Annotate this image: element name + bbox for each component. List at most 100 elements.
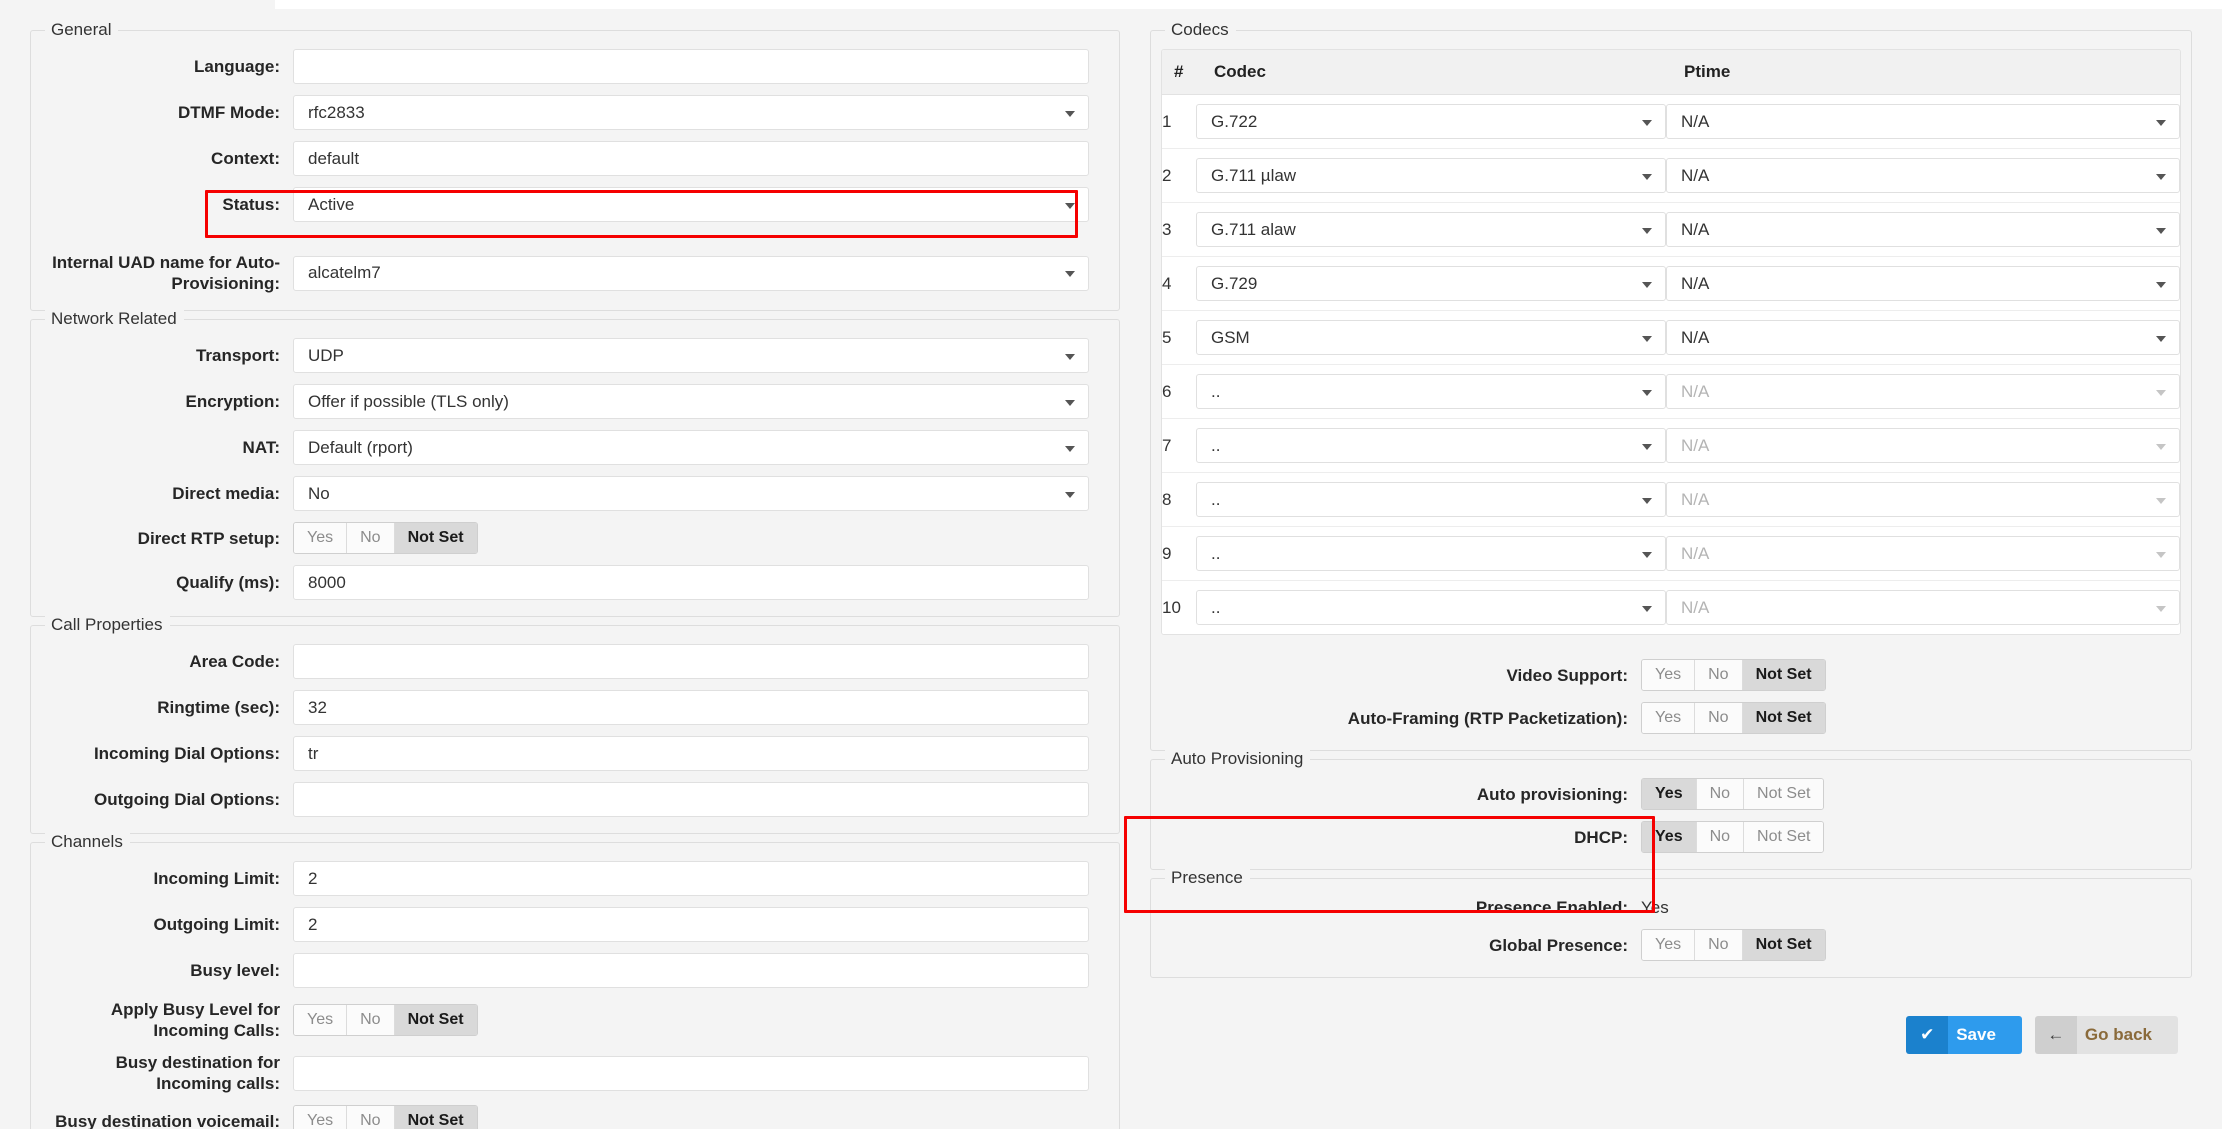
auto-provisioning-not-set[interactable]: Not Set bbox=[1744, 779, 1824, 809]
auto-framing-toggle[interactable]: Yes No Not Set bbox=[1641, 702, 1826, 734]
panel-codecs-legend: Codecs bbox=[1165, 19, 1236, 41]
ringtime-input[interactable]: 32 bbox=[293, 690, 1089, 725]
codec-select[interactable]: G.729 bbox=[1196, 266, 1666, 301]
codec-row: 3 G.711 alaw N/A bbox=[1162, 202, 2180, 257]
ptime-select[interactable]: N/A bbox=[1666, 482, 2180, 517]
codec-value: G.711 µlaw bbox=[1211, 165, 1297, 185]
dhcp-yes[interactable]: Yes bbox=[1642, 822, 1697, 852]
apply-busy-level-yes[interactable]: Yes bbox=[294, 1005, 348, 1035]
status-select[interactable]: Active bbox=[293, 187, 1089, 222]
chevron-down-icon bbox=[2156, 443, 2166, 450]
busy-destination-input[interactable] bbox=[293, 1055, 1089, 1091]
direct-media-select[interactable]: No bbox=[293, 476, 1089, 511]
outgoing-dial-options-input[interactable] bbox=[293, 782, 1089, 817]
codec-value: .. bbox=[1211, 435, 1221, 455]
direct-rtp-setup-not-set[interactable]: Not Set bbox=[394, 523, 477, 553]
language-input[interactable] bbox=[293, 49, 1089, 84]
video-support-no[interactable]: No bbox=[1695, 660, 1743, 690]
codec-select[interactable]: G.722 bbox=[1196, 104, 1666, 139]
auto-framing-yes[interactable]: Yes bbox=[1642, 703, 1696, 733]
go-back-button[interactable]: ← Go back bbox=[2034, 1016, 2178, 1054]
codec-select[interactable]: .. bbox=[1196, 482, 1666, 517]
area-code-input[interactable] bbox=[293, 644, 1089, 679]
presence-enabled-label: Presence Enabled: bbox=[1475, 898, 1628, 917]
dhcp-toggle[interactable]: Yes No Not Set bbox=[1641, 821, 1825, 853]
video-support-yes[interactable]: Yes bbox=[1642, 660, 1696, 690]
codecs-table-header-row: # Codec Ptime bbox=[1162, 50, 2180, 95]
ptime-select[interactable]: N/A bbox=[1666, 536, 2180, 571]
encryption-select[interactable]: Offer if possible (TLS only) bbox=[293, 384, 1089, 419]
auto-framing-no[interactable]: No bbox=[1695, 703, 1743, 733]
auto-provisioning-yes[interactable]: Yes bbox=[1642, 779, 1697, 809]
global-presence-not-set[interactable]: Not Set bbox=[1742, 930, 1825, 960]
chevron-down-icon bbox=[1642, 227, 1652, 234]
busy-dest-voicemail-not-set[interactable]: Not Set bbox=[394, 1106, 477, 1129]
apply-busy-level-not-set[interactable]: Not Set bbox=[394, 1005, 477, 1035]
codec-select[interactable]: .. bbox=[1196, 536, 1666, 571]
transport-select[interactable]: UDP bbox=[293, 338, 1089, 373]
go-back-button-label: Go back bbox=[2076, 1016, 2178, 1054]
busy-dest-voicemail-no[interactable]: No bbox=[347, 1106, 395, 1129]
codec-row: 10.. N/A bbox=[1162, 580, 2180, 634]
dhcp-not-set[interactable]: Not Set bbox=[1744, 822, 1824, 852]
incoming-limit-label: Incoming Limit: bbox=[153, 869, 280, 888]
busy-dest-voicemail-toggle[interactable]: Yes No Not Set bbox=[293, 1105, 478, 1129]
field-row-outgoing-dial-options: Outgoing Dial Options: bbox=[31, 782, 1119, 817]
busy-dest-voicemail-yes[interactable]: Yes bbox=[294, 1106, 348, 1129]
ptime-select[interactable]: N/A bbox=[1666, 590, 2180, 625]
codec-select[interactable]: .. bbox=[1196, 428, 1666, 463]
apply-busy-level-no[interactable]: No bbox=[347, 1005, 395, 1035]
codec-value: .. bbox=[1211, 489, 1221, 509]
codec-select[interactable]: .. bbox=[1196, 590, 1666, 625]
ptime-cell: N/A bbox=[1666, 472, 2180, 527]
field-row-qualify: Qualify (ms): 8000 bbox=[31, 565, 1119, 600]
chevron-down-icon bbox=[2156, 119, 2166, 126]
ptime-select[interactable]: N/A bbox=[1666, 428, 2180, 463]
direct-rtp-setup-no[interactable]: No bbox=[347, 523, 395, 553]
direct-rtp-setup-label: Direct RTP setup: bbox=[137, 528, 280, 548]
direct-media-label: Direct media: bbox=[172, 484, 280, 503]
direct-rtp-setup-yes[interactable]: Yes bbox=[294, 523, 348, 553]
outgoing-limit-input[interactable]: 2 bbox=[293, 907, 1089, 942]
codec-select[interactable]: G.711 alaw bbox=[1196, 212, 1666, 247]
auto-framing-not-set[interactable]: Not Set bbox=[1742, 703, 1825, 733]
ptime-value: N/A bbox=[1681, 597, 1710, 617]
ptime-select[interactable]: N/A bbox=[1666, 374, 2180, 409]
busy-level-input[interactable] bbox=[293, 953, 1089, 988]
nat-select[interactable]: Default (rport) bbox=[293, 430, 1089, 465]
global-presence-toggle[interactable]: Yes No Not Set bbox=[1641, 929, 1826, 961]
internal-uad-select[interactable]: alcatelm7 bbox=[293, 255, 1089, 291]
codec-select[interactable]: GSM bbox=[1196, 320, 1666, 355]
field-row-direct-rtp-setup: Direct RTP setup: Yes No Not Set bbox=[31, 522, 1119, 554]
codec-row-index: 4 bbox=[1162, 256, 1196, 311]
field-row-status: Status: Active bbox=[31, 187, 1119, 222]
video-support-toggle[interactable]: Yes No Not Set bbox=[1641, 659, 1826, 691]
codec-select[interactable]: .. bbox=[1196, 374, 1666, 409]
incoming-limit-input[interactable]: 2 bbox=[293, 861, 1089, 896]
global-presence-yes[interactable]: Yes bbox=[1642, 930, 1696, 960]
dtmf-mode-select[interactable]: rfc2833 bbox=[293, 95, 1089, 130]
ptime-select[interactable]: N/A bbox=[1666, 158, 2180, 193]
video-support-not-set[interactable]: Not Set bbox=[1742, 660, 1825, 690]
check-icon: ✔ bbox=[1906, 1016, 1949, 1054]
direct-media-value: No bbox=[308, 483, 330, 503]
incoming-dial-options-input[interactable]: tr bbox=[293, 736, 1089, 771]
global-presence-no[interactable]: No bbox=[1695, 930, 1743, 960]
field-row-busy-dest-voicemail: Busy destination voicemail: Yes No Not S… bbox=[31, 1105, 1119, 1129]
codec-select[interactable]: G.711 µlaw bbox=[1196, 158, 1666, 193]
auto-provisioning-toggle[interactable]: Yes No Not Set bbox=[1641, 778, 1825, 810]
ptime-select[interactable]: N/A bbox=[1666, 266, 2180, 301]
apply-busy-level-toggle[interactable]: Yes No Not Set bbox=[293, 1004, 478, 1036]
direct-rtp-setup-toggle[interactable]: Yes No Not Set bbox=[293, 522, 478, 554]
chevron-down-icon bbox=[1065, 445, 1075, 452]
auto-provisioning-no[interactable]: No bbox=[1696, 779, 1745, 809]
save-button[interactable]: ✔ Save bbox=[1906, 1016, 2022, 1054]
ptime-cell: N/A bbox=[1666, 202, 2180, 257]
ptime-select[interactable]: N/A bbox=[1666, 320, 2180, 355]
context-input[interactable]: default bbox=[293, 141, 1089, 176]
dhcp-no[interactable]: No bbox=[1696, 822, 1745, 852]
qualify-input[interactable]: 8000 bbox=[293, 565, 1089, 600]
chevron-down-icon bbox=[1065, 271, 1075, 277]
ptime-select[interactable]: N/A bbox=[1666, 212, 2180, 247]
ptime-select[interactable]: N/A bbox=[1666, 104, 2180, 139]
